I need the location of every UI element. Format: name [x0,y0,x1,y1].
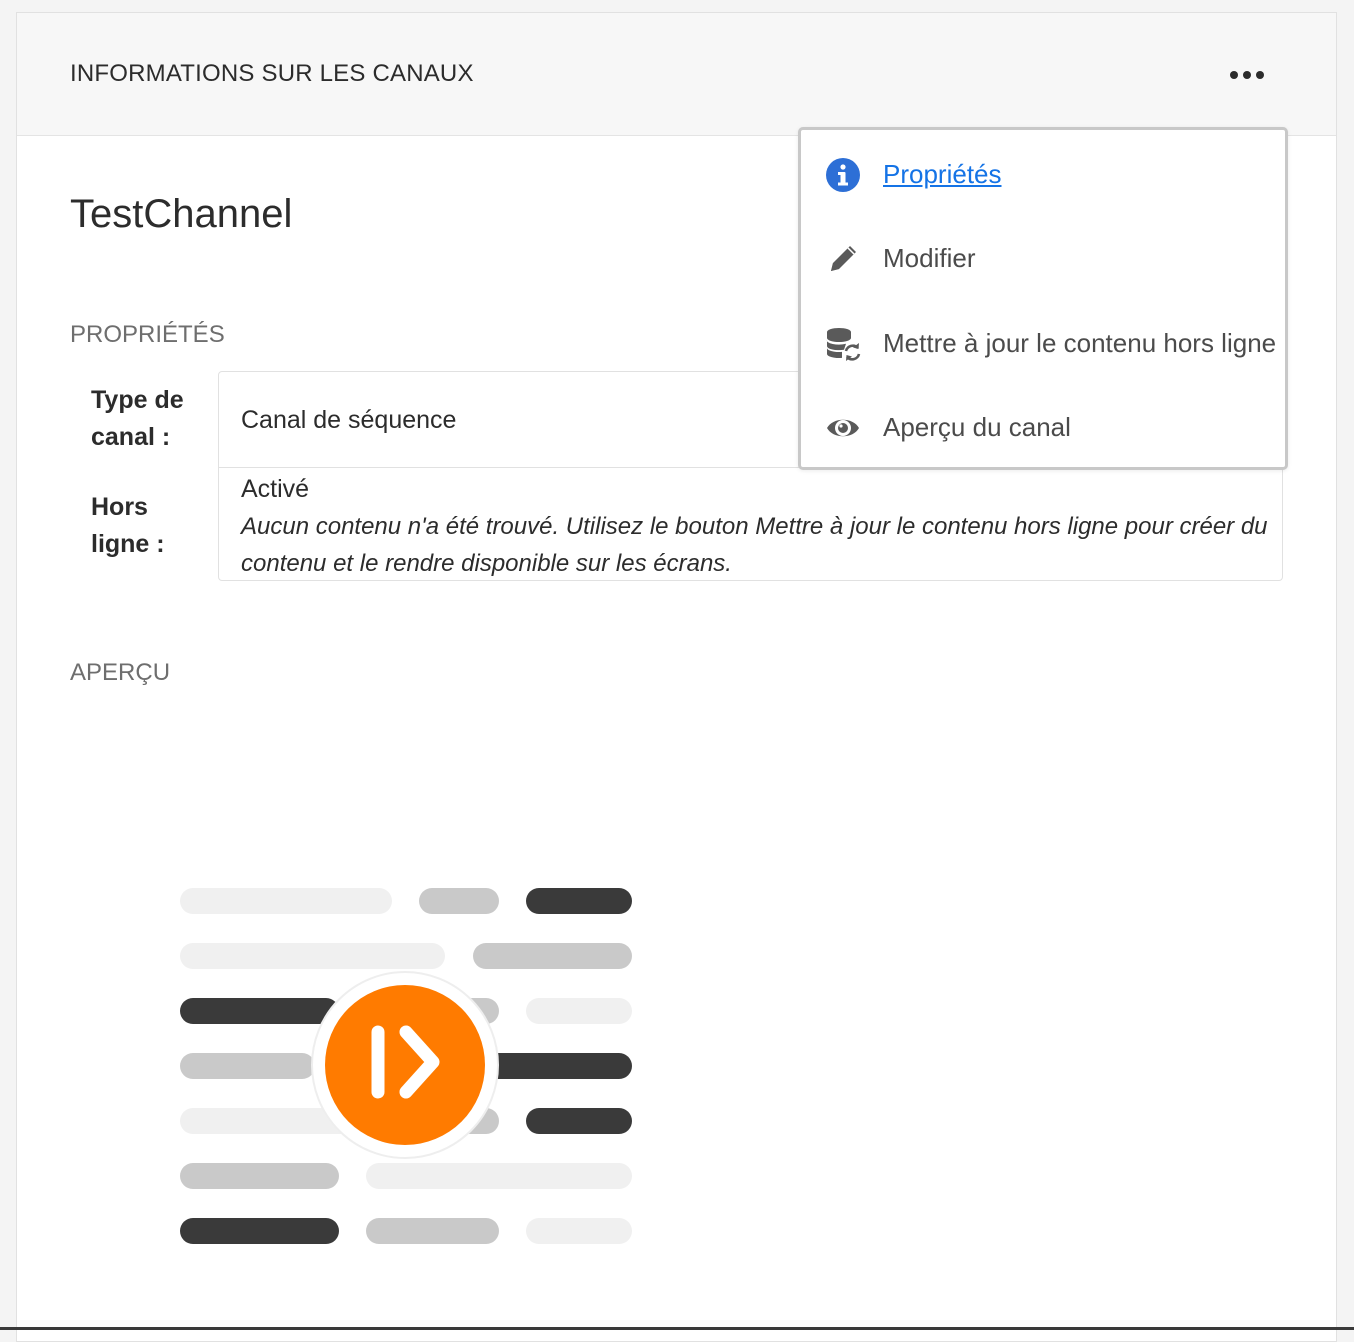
offline-label-line2: ligne : [91,530,165,558]
menu-item-modify[interactable]: Modifier [801,229,1285,289]
menu-item-label: Aperçu du canal [883,412,1071,442]
channel-type-label: Type de canal : [91,382,201,456]
channel-name: TestChannel [70,192,293,236]
menu-item-label: Mettre à jour le contenu hors ligne [883,328,1277,358]
offline-label-line1: Hors [91,493,148,521]
eye-icon [827,419,859,437]
offline-value: Activé [241,475,310,503]
offline-label: Hors ligne : [91,489,201,563]
card-header: INFORMATIONS SUR LES CANAUX [17,13,1336,136]
menu-item-update-offline[interactable]: Mettre à jour le contenu hors ligne [801,314,1285,374]
channel-type-value: Canal de séquence [241,406,457,434]
actions-menu: Propriétés Modifier Mettre à jour le con… [798,127,1288,470]
channel-type-label-line1: Type de [91,386,184,414]
menu-item-preview-channel[interactable]: Aperçu du canal [801,398,1285,458]
more-actions-button[interactable] [1217,53,1277,97]
properties-heading: PROPRIÉTÉS [70,321,225,348]
more-dot [1256,71,1264,79]
preview-heading: APERÇU [70,659,171,686]
menu-item-label: Modifier [883,243,976,273]
card-title: INFORMATIONS SUR LES CANAUX [70,60,474,87]
channel-type-label-line2: canal : [91,423,171,451]
info-icon [826,158,860,192]
play-badge [325,985,485,1145]
database-refresh-icon [826,328,861,361]
more-horizontal-icon [1230,71,1238,79]
offline-note: Aucun contenu n'a été trouvé. Utilisez l… [241,513,1268,577]
more-dot [1243,71,1251,79]
channel-preview-illustration [180,888,632,1244]
pencil-icon [831,246,856,271]
menu-item-properties[interactable]: Propriétés [801,145,1285,205]
menu-item-label: Propriétés [883,159,1002,189]
